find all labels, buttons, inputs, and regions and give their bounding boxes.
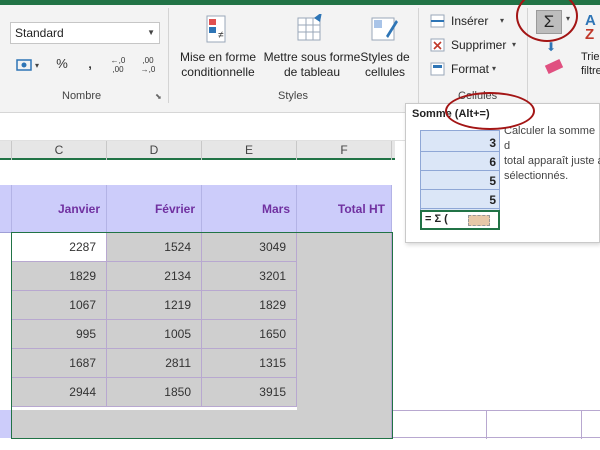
- delete-button[interactable]: Supprimer ▾: [430, 36, 520, 54]
- tooltip-preview-value: 3: [420, 134, 500, 152]
- number-format-value: Standard: [15, 26, 64, 40]
- group-number-label: Nombre: [62, 90, 102, 102]
- fill-down-icon[interactable]: ⬇: [546, 40, 556, 54]
- cell-styles-button[interactable]: Styles de cellules: [360, 12, 410, 82]
- column-header-e[interactable]: E: [202, 141, 297, 160]
- percent-button[interactable]: %: [52, 56, 72, 76]
- column-header-f[interactable]: F: [297, 141, 392, 160]
- format-label: Format: [451, 62, 490, 76]
- eraser-icon[interactable]: [544, 59, 564, 74]
- sort-filter-label[interactable]: Trier filtre: [581, 50, 600, 78]
- sort-az-icon[interactable]: AZ: [585, 13, 596, 42]
- annotation-oval: [445, 92, 535, 130]
- format-button[interactable]: Format ▾: [430, 60, 510, 78]
- delete-label: Supprimer: [451, 38, 507, 52]
- column-header-d[interactable]: D: [107, 141, 202, 160]
- column-header-edge: [0, 141, 12, 160]
- cell-divider: [581, 411, 582, 439]
- tooltip-description: Calculer la somme d total apparaît juste…: [504, 125, 600, 182]
- header-cell-fevrier[interactable]: Février: [107, 185, 202, 233]
- svg-text:≠: ≠: [218, 30, 224, 41]
- annotation-oval: [516, 0, 578, 42]
- insert-label: Insérer: [451, 14, 489, 28]
- dialog-launcher-icon[interactable]: ⬊: [155, 92, 162, 101]
- group-styles-label: Styles: [278, 90, 308, 102]
- header-cell-total-ht[interactable]: Total HT: [297, 185, 392, 233]
- tooltip-formula: = Σ (: [425, 213, 448, 225]
- tooltip-formula-cell: = Σ (: [420, 210, 500, 230]
- thousands-separator-button[interactable]: ‚: [80, 56, 100, 76]
- format-as-table-label: Mettre sous forme de tableau: [263, 50, 361, 79]
- column-header-c[interactable]: C: [12, 141, 107, 160]
- cell-styles-label: Styles de cellules: [360, 50, 410, 79]
- accounting-format-button[interactable]: ▾: [12, 56, 48, 76]
- header-cell-janvier[interactable]: Janvier: [12, 185, 107, 233]
- conditional-format-label: Mise en forme conditionnelle: [179, 50, 257, 79]
- format-as-table-button[interactable]: Mettre sous forme de tableau: [262, 12, 360, 82]
- cell-styles-icon: [371, 17, 398, 41]
- conditional-format-button[interactable]: ≠ Mise en forme conditionnelle: [178, 12, 258, 82]
- format-cells-icon: [430, 62, 445, 76]
- tooltip-preview-value: 5: [420, 172, 500, 190]
- chevron-down-icon: ▼: [147, 28, 155, 37]
- decrease-decimal-button[interactable]: ,00 →,0: [136, 56, 160, 76]
- cell-divider: [486, 411, 487, 439]
- tooltip-formula-range: [468, 215, 490, 226]
- number-format-select[interactable]: Standard ▼: [10, 22, 160, 44]
- group-separator: [418, 8, 419, 103]
- group-separator: [168, 8, 169, 103]
- header-cell-mars[interactable]: Mars: [202, 185, 297, 233]
- tooltip-preview-value: 5: [420, 191, 500, 209]
- increase-decimal-button[interactable]: ←,0 ,00: [106, 56, 130, 76]
- chevron-down-icon: ▾: [500, 16, 505, 25]
- table-format-icon: [297, 14, 322, 41]
- chevron-down-icon: ▾: [492, 64, 497, 73]
- currency-icon: ▾: [16, 59, 39, 71]
- insert-cells-icon: [430, 14, 445, 28]
- insert-button[interactable]: Insérer ▾: [430, 12, 510, 30]
- tooltip-preview-value: 6: [420, 153, 500, 171]
- footer-empty-cells[interactable]: [392, 410, 600, 439]
- selection-range: [11, 232, 393, 439]
- svg-text:▾: ▾: [35, 61, 39, 70]
- header-cell-edge: [0, 185, 12, 233]
- ribbon-accent-bar: [0, 0, 600, 5]
- column-headers: C D E F: [0, 141, 395, 160]
- chevron-down-icon: ▾: [512, 40, 517, 49]
- conditional-format-icon: ≠: [206, 15, 226, 43]
- delete-cells-icon: [430, 38, 445, 52]
